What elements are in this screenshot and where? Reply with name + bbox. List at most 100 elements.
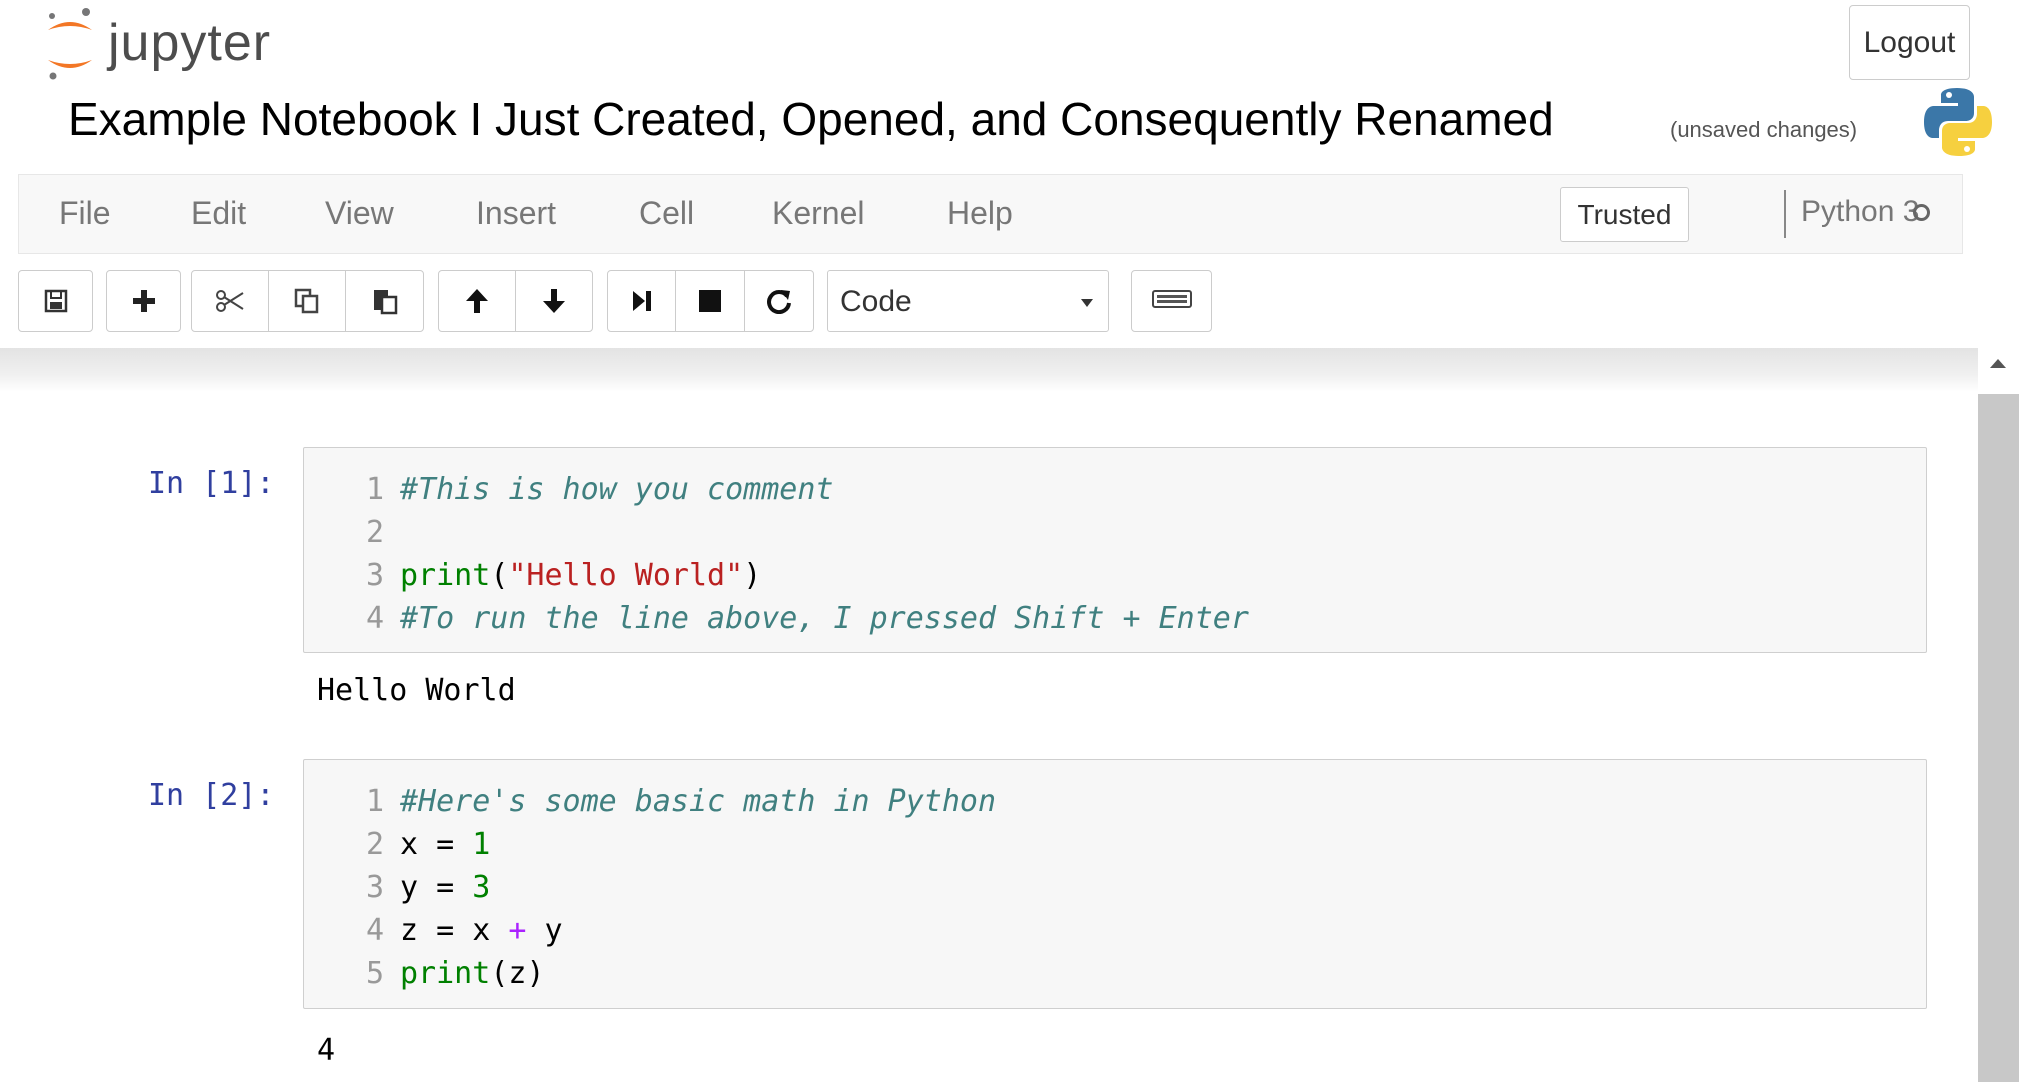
jupyter-logo-icon — [44, 6, 96, 80]
code-line: 3y = 3 — [304, 866, 490, 909]
menu-help[interactable]: Help — [947, 195, 1013, 232]
paste-icon — [371, 287, 399, 315]
save-icon — [43, 288, 69, 314]
copy-icon — [293, 287, 321, 315]
save-status: (unsaved changes) — [1670, 117, 1858, 142]
code-line: 1 #This is how you comment — [304, 468, 834, 511]
code-comment: #Here's some basic math in Python — [400, 784, 997, 819]
menu-cell[interactable]: Cell — [639, 195, 694, 232]
code-line: 1 #Here's some basic math in Python — [304, 780, 996, 823]
toolbar: Code — [0, 268, 2019, 338]
code-operator: + — [508, 913, 527, 948]
insert-group — [106, 270, 181, 332]
code-token: = — [436, 913, 455, 948]
menu-file[interactable]: File — [59, 195, 111, 232]
cell-type-select[interactable]: Code — [827, 270, 1109, 332]
code-string: "Hello World" — [508, 558, 744, 593]
code-line: 3 print("Hello World") — [304, 554, 761, 597]
menu-kernel[interactable]: Kernel — [772, 195, 865, 232]
line-number: 4 — [365, 913, 384, 948]
code-comment: #To run the line above, I pressed Shift … — [400, 601, 1249, 636]
cell-output: 4 — [317, 1033, 336, 1068]
code-token: = — [436, 870, 455, 905]
code-line: 2 — [304, 511, 400, 554]
code-token: = — [436, 827, 455, 862]
code-token: x — [400, 827, 419, 862]
line-number: 3 — [365, 558, 384, 593]
scrollbar-thumb[interactable] — [1978, 394, 2019, 1082]
stop-icon — [698, 289, 722, 313]
code-line: 4 z = x + y — [304, 909, 563, 952]
logout-button[interactable]: Logout — [1849, 5, 1970, 80]
menu-edit[interactable]: Edit — [191, 195, 246, 232]
code-cell-input[interactable]: 1 #Here's some basic math in Python 2 x = … — [303, 759, 1927, 1009]
save-button[interactable] — [19, 271, 92, 331]
code-token: z — [508, 956, 527, 991]
code-text: z = x + y — [400, 913, 563, 948]
insert-cell-button[interactable] — [107, 271, 180, 331]
cell-output: Hello World — [317, 673, 516, 708]
jupyter-notebook-window: jupyter Logout Example Notebook I Just C… — [0, 0, 2019, 1082]
line-number: 4 — [365, 601, 384, 636]
python-logo-icon — [1920, 84, 1996, 165]
copy-button[interactable] — [269, 271, 346, 331]
move-group — [438, 270, 593, 332]
code-token: x — [472, 913, 491, 948]
move-down-button[interactable] — [516, 271, 593, 331]
command-palette-button[interactable] — [1131, 270, 1212, 332]
restart-icon — [766, 288, 792, 314]
code-token: y — [400, 870, 419, 905]
trusted-indicator[interactable]: Trusted — [1560, 187, 1689, 242]
cell-type-value: Code — [840, 285, 912, 318]
code-builtin: print — [400, 956, 491, 991]
cell-prompt: In [2]: — [148, 778, 275, 813]
line-number: 5 — [365, 956, 384, 991]
code-number: 3 — [472, 870, 491, 905]
keyboard-icon — [1151, 289, 1192, 314]
code-token: ) — [743, 558, 762, 593]
line-number: 3 — [365, 870, 384, 905]
cut-button[interactable] — [192, 271, 269, 331]
paste-button[interactable] — [346, 271, 423, 331]
jupyter-logo-text: jupyter — [108, 14, 272, 72]
kernel-name[interactable]: Python 3 — [1801, 195, 1919, 229]
code-number: 1 — [472, 827, 491, 862]
interrupt-button[interactable] — [676, 271, 745, 331]
code-cell-input[interactable]: 1 #This is how you comment 2 3 print("Hell… — [303, 447, 1927, 653]
run-icon — [631, 289, 653, 313]
run-button[interactable] — [608, 271, 677, 331]
code-token: ) — [526, 956, 545, 991]
code-line: 5 print(z) — [304, 952, 545, 995]
code-text: print(z) — [400, 956, 545, 991]
code-comment: #This is how you comment — [400, 472, 834, 507]
move-up-button[interactable] — [439, 271, 516, 331]
code-token: ( — [490, 956, 509, 991]
arrow-down-icon — [541, 287, 567, 315]
notebook-title[interactable]: Example Notebook I Just Created, Opened,… — [68, 92, 1554, 146]
code-text: x = 1 — [400, 827, 490, 862]
run-group — [607, 270, 814, 332]
jupyter-logo[interactable]: jupyter — [44, 6, 271, 80]
notebook-header-shadow — [0, 348, 1978, 392]
line-number: 1 — [365, 784, 384, 819]
restart-button[interactable] — [745, 271, 813, 331]
line-number: 1 — [365, 472, 384, 507]
kernel-idle-icon — [1913, 204, 1930, 221]
kernel-divider — [1784, 190, 1786, 238]
cell-prompt: In [1]: — [148, 466, 275, 501]
code-line: 2x = 1 — [304, 823, 490, 866]
code-token: y — [544, 913, 563, 948]
menu-view[interactable]: View — [325, 195, 394, 232]
scroll-up-arrow-icon[interactable] — [1988, 356, 2008, 375]
line-number: 2 — [365, 827, 384, 862]
edit-group — [191, 270, 424, 332]
menu-insert[interactable]: Insert — [476, 195, 556, 232]
